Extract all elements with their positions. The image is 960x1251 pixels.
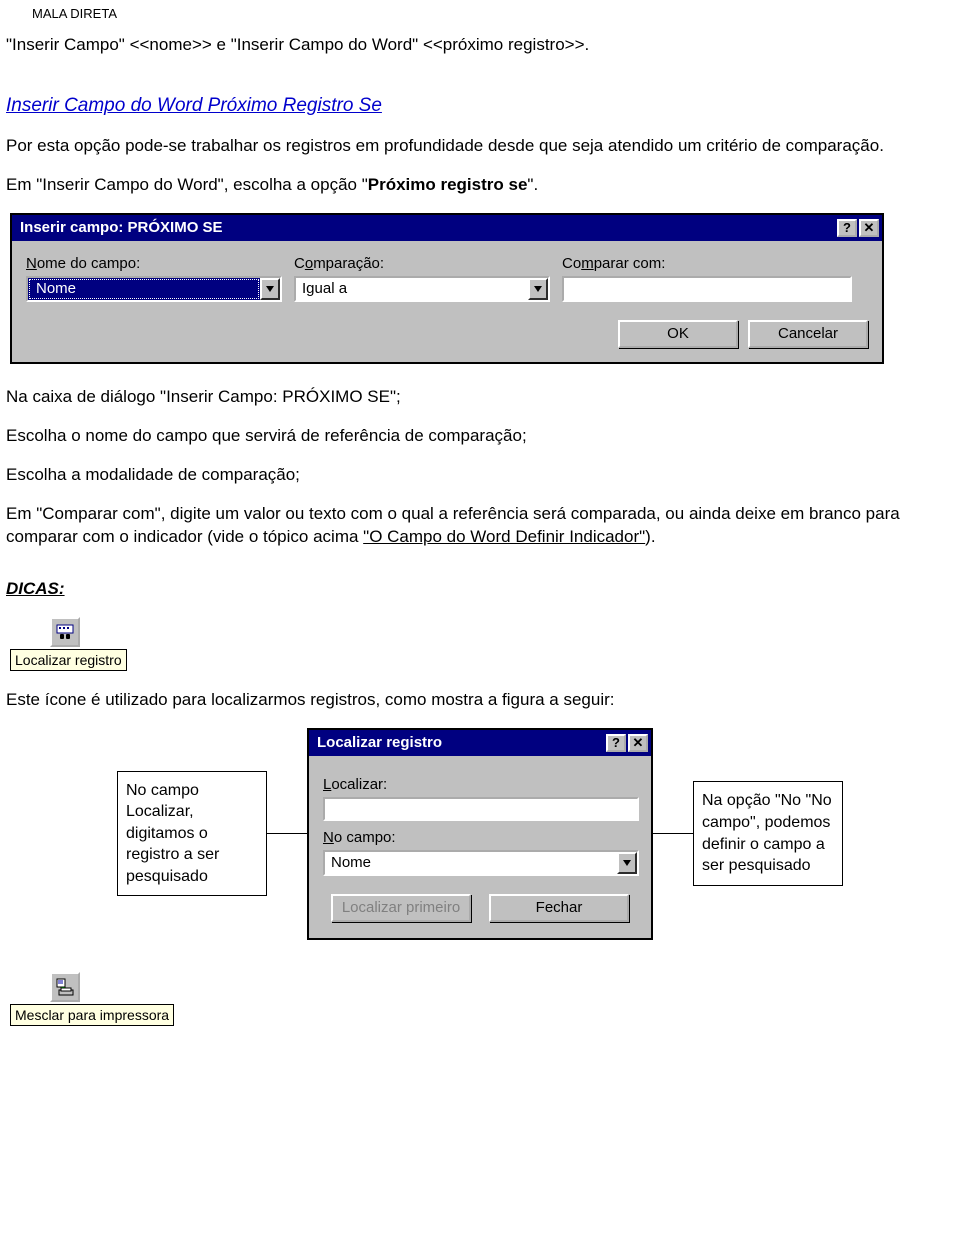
p2-pre: Em "Inserir Campo do Word", escolha a op… — [6, 175, 368, 194]
input-comparar-com[interactable] — [562, 276, 852, 302]
p6-link: "O Campo do Word Definir Indicador" — [363, 527, 645, 546]
combo-no-campo[interactable]: Nome — [323, 850, 639, 876]
section-heading-link[interactable]: Inserir Campo do Word Próximo Registro S… — [6, 95, 954, 117]
intro-line: "Inserir Campo" <<nome>> e "Inserir Camp… — [6, 35, 954, 55]
dicas-heading: DICAS: — [6, 579, 954, 599]
dialog-proximo-se: Inserir campo: PRÓXIMO SE ? ✕ NNome do c… — [10, 213, 884, 364]
mesclar-impressora-button[interactable] — [50, 972, 80, 1002]
dialog-localizar-registro: Localizar registro ? ✕ Localizar: No cam… — [307, 728, 653, 940]
label-comparacao: Comparação: — [294, 255, 384, 272]
merge-to-printer-icon — [55, 978, 75, 996]
ok-button[interactable]: OK — [618, 320, 738, 348]
combo-no-campo-value: Nome — [325, 852, 617, 874]
binoculars-icon — [56, 624, 74, 640]
dialog1-title: Inserir campo: PRÓXIMO SE — [20, 219, 835, 236]
chevron-down-icon[interactable] — [260, 278, 280, 300]
close-button[interactable]: ✕ — [859, 219, 879, 237]
combo-comparacao-value: Igual a — [296, 278, 528, 300]
paragraph-4: Escolha o nome do campo que servirá de r… — [6, 425, 954, 448]
dialog-titlebar[interactable]: Inserir campo: PRÓXIMO SE ? ✕ — [12, 215, 882, 241]
intro-pre: "Inserir Campo" — [6, 35, 130, 54]
label-no-campo: No campo: — [323, 829, 637, 846]
p2-post: ". — [527, 175, 538, 194]
header-mala: MALA DIRETA — [32, 6, 960, 21]
chevron-down-icon[interactable] — [617, 852, 637, 874]
dialog1-body: NNome do campo:ome do campo: Comparação:… — [12, 241, 882, 362]
intro-mid: e "Inserir Campo do Word" — [212, 35, 423, 54]
paragraph-2: Em "Inserir Campo do Word", escolha a op… — [6, 174, 954, 197]
connector-line-left — [267, 833, 307, 834]
combo-nome-value: Nome — [29, 279, 259, 299]
toolbar-mesclar-wrap: Mesclar para impressora — [10, 972, 174, 1026]
dialog2-titlebar[interactable]: Localizar registro ? ✕ — [309, 730, 651, 756]
callout-left: No campo Localizar, digitamos o registro… — [117, 771, 267, 897]
paragraph-7: Este ícone é utilizado para localizarmos… — [6, 689, 954, 712]
combo-nome[interactable]: Nome — [26, 276, 282, 302]
intro-field1: <<nome>> — [130, 35, 212, 54]
label-localizar: Localizar: — [323, 776, 637, 793]
callout-right: Na opção "No "No campo", podemos definir… — [693, 781, 843, 885]
paragraph-5: Escolha a modalidade de comparação; — [6, 464, 954, 487]
help-button[interactable]: ? — [837, 219, 857, 237]
dialog2-title: Localizar registro — [317, 734, 604, 751]
input-localizar[interactable] — [323, 797, 639, 821]
cancel-button[interactable]: Cancelar — [748, 320, 868, 348]
fechar-button[interactable]: Fechar — [489, 894, 629, 922]
chevron-down-icon[interactable] — [528, 278, 548, 300]
intro-post: . — [585, 35, 590, 54]
localizar-primeiro-button[interactable]: Localizar primeiro — [331, 894, 471, 922]
toolbar-localizar-wrap: Localizar registro — [10, 617, 127, 671]
localizar-registro-button[interactable] — [50, 617, 80, 647]
close-button[interactable]: ✕ — [628, 734, 648, 752]
p6-post: ). — [645, 527, 655, 546]
localizar-registro-tooltip: Localizar registro — [10, 649, 127, 671]
help-button[interactable]: ? — [606, 734, 626, 752]
connector-line-right — [653, 833, 693, 834]
label-comparar: Comparar com: — [562, 255, 665, 272]
paragraph-1: Por esta opção pode-se trabalhar os regi… — [6, 135, 954, 158]
label-nome: NNome do campo:ome do campo: — [26, 255, 140, 272]
paragraph-3: Na caixa de diálogo "Inserir Campo: PRÓX… — [6, 386, 954, 409]
p2-strong: Próximo registro se — [368, 175, 528, 194]
mesclar-impressora-tooltip: Mesclar para impressora — [10, 1004, 174, 1026]
intro-field2: <<próximo registro>> — [423, 35, 585, 54]
dialog2-body: Localizar: No campo: Nome Localizar prim… — [309, 756, 651, 938]
paragraph-6: Em "Comparar com", digite um valor ou te… — [6, 503, 954, 549]
combo-comparacao[interactable]: Igual a — [294, 276, 550, 302]
